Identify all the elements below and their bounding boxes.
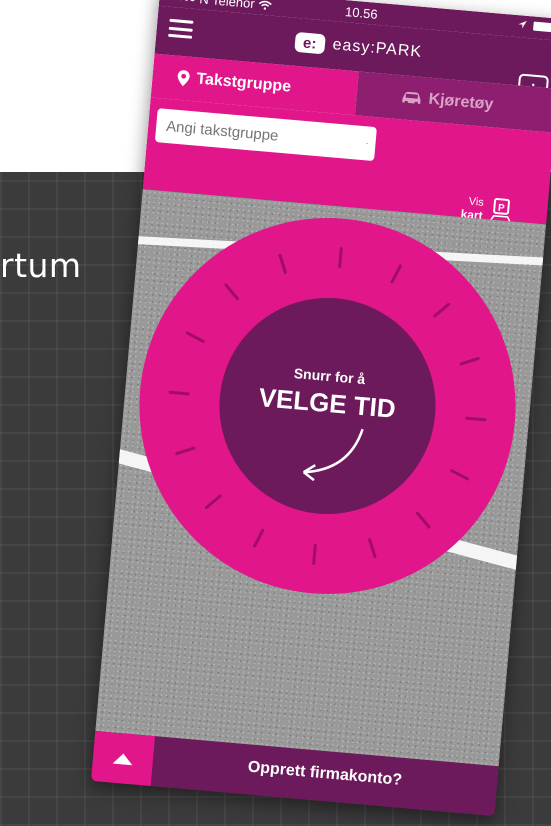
- tab-label: Takstgruppe: [195, 70, 292, 96]
- tab-label: Kjøretøy: [427, 90, 495, 114]
- time-dial[interactable]: [95, 189, 546, 766]
- car-icon: [402, 91, 421, 106]
- logo-mark: e:: [293, 31, 326, 55]
- rate-group-input[interactable]: [154, 108, 377, 162]
- expand-button[interactable]: [90, 731, 156, 787]
- logo-text: easy:PARK: [331, 36, 423, 61]
- dial-tick: [312, 543, 317, 565]
- location-pin-icon: [177, 70, 190, 87]
- asphalt-background: Snurr for å VELGE TID: [95, 189, 547, 767]
- background-text: rtum: [0, 246, 82, 285]
- dial-tick: [338, 247, 343, 269]
- location-arrow-icon: [518, 20, 527, 29]
- norway-flag-icon[interactable]: [366, 133, 369, 153]
- phone-screen: N Telenor 10.56 e: easy:PARK i: [90, 0, 551, 817]
- up-arrow-icon: [112, 753, 133, 766]
- svg-text:P: P: [498, 203, 506, 215]
- battery-icon: [533, 21, 551, 32]
- rate-group-field[interactable]: [163, 116, 368, 153]
